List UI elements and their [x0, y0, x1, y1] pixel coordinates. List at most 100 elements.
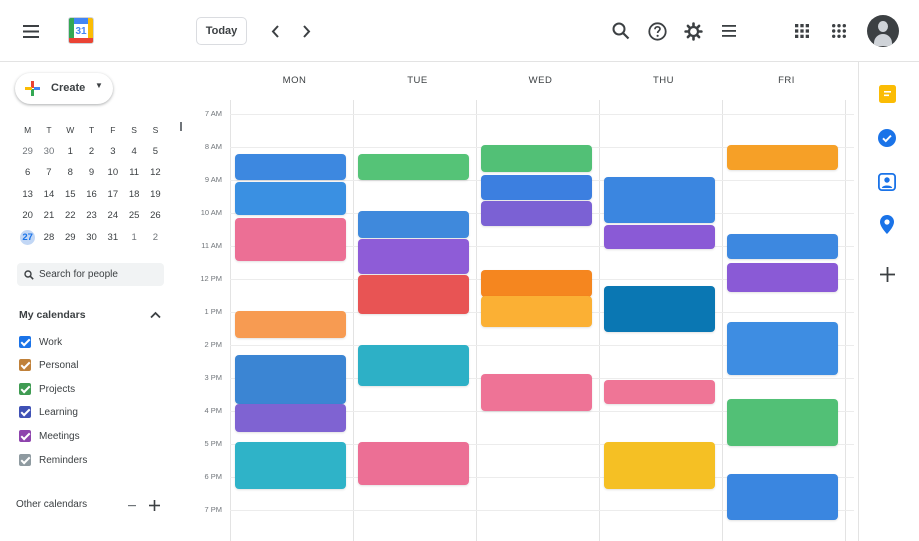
mini-calendar-day[interactable]: 3 [102, 146, 123, 157]
mini-calendar-day[interactable]: 15 [60, 189, 81, 200]
mini-calendar-day[interactable]: 30 [81, 232, 102, 243]
calendar-event[interactable] [235, 153, 346, 180]
settings-button[interactable] [681, 19, 705, 43]
mini-calendar-day[interactable]: 20 [17, 210, 38, 221]
calendar-event[interactable] [235, 311, 346, 339]
contacts-button[interactable] [875, 170, 899, 194]
day-header-thu[interactable]: THU [602, 75, 725, 86]
mini-calendar-day[interactable]: 4 [123, 146, 144, 157]
mini-calendar-day[interactable]: 1 [60, 146, 81, 157]
keep-button[interactable] [875, 82, 899, 106]
day-header-wed[interactable]: WED [479, 75, 602, 86]
calendar-event[interactable] [727, 399, 838, 446]
checkbox-checked-icon[interactable] [19, 454, 31, 466]
mini-calendar-day[interactable]: 5 [145, 146, 166, 157]
mini-calendar-day[interactable]: 14 [38, 189, 59, 200]
checkbox-checked-icon[interactable] [19, 359, 31, 371]
mini-calendar-day[interactable]: 1 [123, 232, 144, 243]
calendar-event[interactable] [358, 239, 469, 275]
calendar-event[interactable] [604, 176, 715, 223]
collapse-dash-icon[interactable] [128, 505, 136, 507]
calendar-event[interactable] [481, 201, 592, 226]
mini-calendar-day[interactable]: 7 [38, 167, 59, 178]
mini-calendar-day[interactable]: 23 [81, 210, 102, 221]
add-other-calendar-icon[interactable] [149, 500, 160, 511]
mini-calendar-day[interactable]: 8 [60, 167, 81, 178]
calendar-item-work[interactable]: Work [19, 334, 62, 350]
calendar-event[interactable] [604, 285, 715, 332]
calendar-logo[interactable]: 31 [68, 17, 94, 44]
checkbox-checked-icon[interactable] [19, 406, 31, 418]
calendar-event[interactable] [358, 154, 469, 180]
day-header-mon[interactable]: MON [233, 75, 356, 86]
mini-calendar-day[interactable]: 12 [145, 167, 166, 178]
account-avatar[interactable] [867, 15, 899, 47]
search-button[interactable] [609, 19, 633, 43]
apps-launcher-button[interactable] [790, 19, 814, 43]
mini-calendar-day[interactable]: 2 [81, 146, 102, 157]
day-header-tue[interactable]: TUE [356, 75, 479, 86]
maps-button[interactable] [875, 212, 899, 236]
checkbox-checked-icon[interactable] [19, 430, 31, 442]
mini-calendar-day[interactable]: 2 [145, 232, 166, 243]
calendar-event[interactable] [358, 442, 469, 486]
other-calendars-title[interactable]: Other calendars [16, 499, 87, 510]
calendar-item-personal[interactable]: Personal [19, 357, 78, 373]
mini-calendar-day[interactable]: 22 [60, 210, 81, 221]
mini-calendar-day[interactable]: 17 [102, 189, 123, 200]
mini-calendar-day[interactable]: 31 [102, 232, 123, 243]
checkbox-checked-icon[interactable] [19, 383, 31, 395]
calendar-item-projects[interactable]: Projects [19, 381, 75, 397]
calendar-item-meetings[interactable]: Meetings [19, 428, 80, 444]
mini-calendar-day[interactable]: 25 [123, 210, 144, 221]
calendar-event[interactable] [235, 441, 346, 489]
add-addon-button[interactable] [875, 262, 899, 286]
calendar-event[interactable] [358, 345, 469, 387]
calendar-event[interactable] [727, 234, 838, 260]
mini-calendar-day[interactable]: 30 [38, 146, 59, 157]
calendar-event[interactable] [235, 354, 346, 405]
search-people-input[interactable]: Search for people [17, 263, 164, 286]
google-apps-button[interactable] [827, 19, 851, 43]
mini-calendar-day[interactable]: 19 [145, 189, 166, 200]
calendar-event[interactable] [727, 321, 838, 375]
calendar-event[interactable] [727, 262, 838, 293]
main-menu-button[interactable] [18, 19, 44, 43]
mini-calendar-day[interactable]: 10 [102, 167, 123, 178]
mini-calendar-day[interactable]: 29 [17, 146, 38, 157]
mini-calendar-day[interactable]: 11 [123, 167, 144, 178]
view-options-button[interactable] [717, 19, 741, 43]
chevron-up-icon[interactable] [150, 311, 161, 319]
mini-calendar-day[interactable]: 28 [38, 232, 59, 243]
mini-calendar-day[interactable]: 9 [81, 167, 102, 178]
calendar-event[interactable] [604, 442, 715, 489]
mini-calendar-day[interactable]: 16 [81, 189, 102, 200]
calendar-event[interactable] [235, 181, 346, 215]
calendar-event[interactable] [235, 404, 346, 433]
calendar-event[interactable] [481, 373, 592, 411]
calendar-event[interactable] [604, 379, 715, 405]
calendar-event[interactable] [604, 224, 715, 250]
calendar-event[interactable] [727, 145, 838, 171]
calendar-event[interactable] [358, 211, 469, 238]
calendar-event[interactable] [481, 145, 592, 172]
calendar-event[interactable] [481, 269, 592, 298]
mini-calendar-day[interactable]: 26 [145, 210, 166, 221]
mini-calendar-day[interactable]: 21 [38, 210, 59, 221]
mini-calendar-day[interactable]: 27 [17, 229, 38, 245]
mini-calendar-day[interactable]: 18 [123, 189, 144, 200]
calendar-item-reminders[interactable]: Reminders [19, 452, 87, 468]
mini-calendar-day[interactable]: 29 [60, 232, 81, 243]
mini-calendar-day[interactable]: 13 [17, 189, 38, 200]
mini-calendar-day[interactable]: 24 [102, 210, 123, 221]
my-calendars-title[interactable]: My calendars [19, 309, 86, 321]
previous-week-button[interactable] [264, 20, 286, 42]
help-button[interactable] [645, 19, 669, 43]
calendar-item-learning[interactable]: Learning [19, 404, 78, 420]
tasks-button[interactable] [875, 126, 899, 150]
day-header-fri[interactable]: FRI [725, 75, 848, 86]
calendar-event[interactable] [235, 217, 346, 261]
calendar-event[interactable] [727, 473, 838, 520]
next-week-button[interactable] [295, 20, 317, 42]
create-button[interactable]: Create ▼ [15, 73, 113, 104]
